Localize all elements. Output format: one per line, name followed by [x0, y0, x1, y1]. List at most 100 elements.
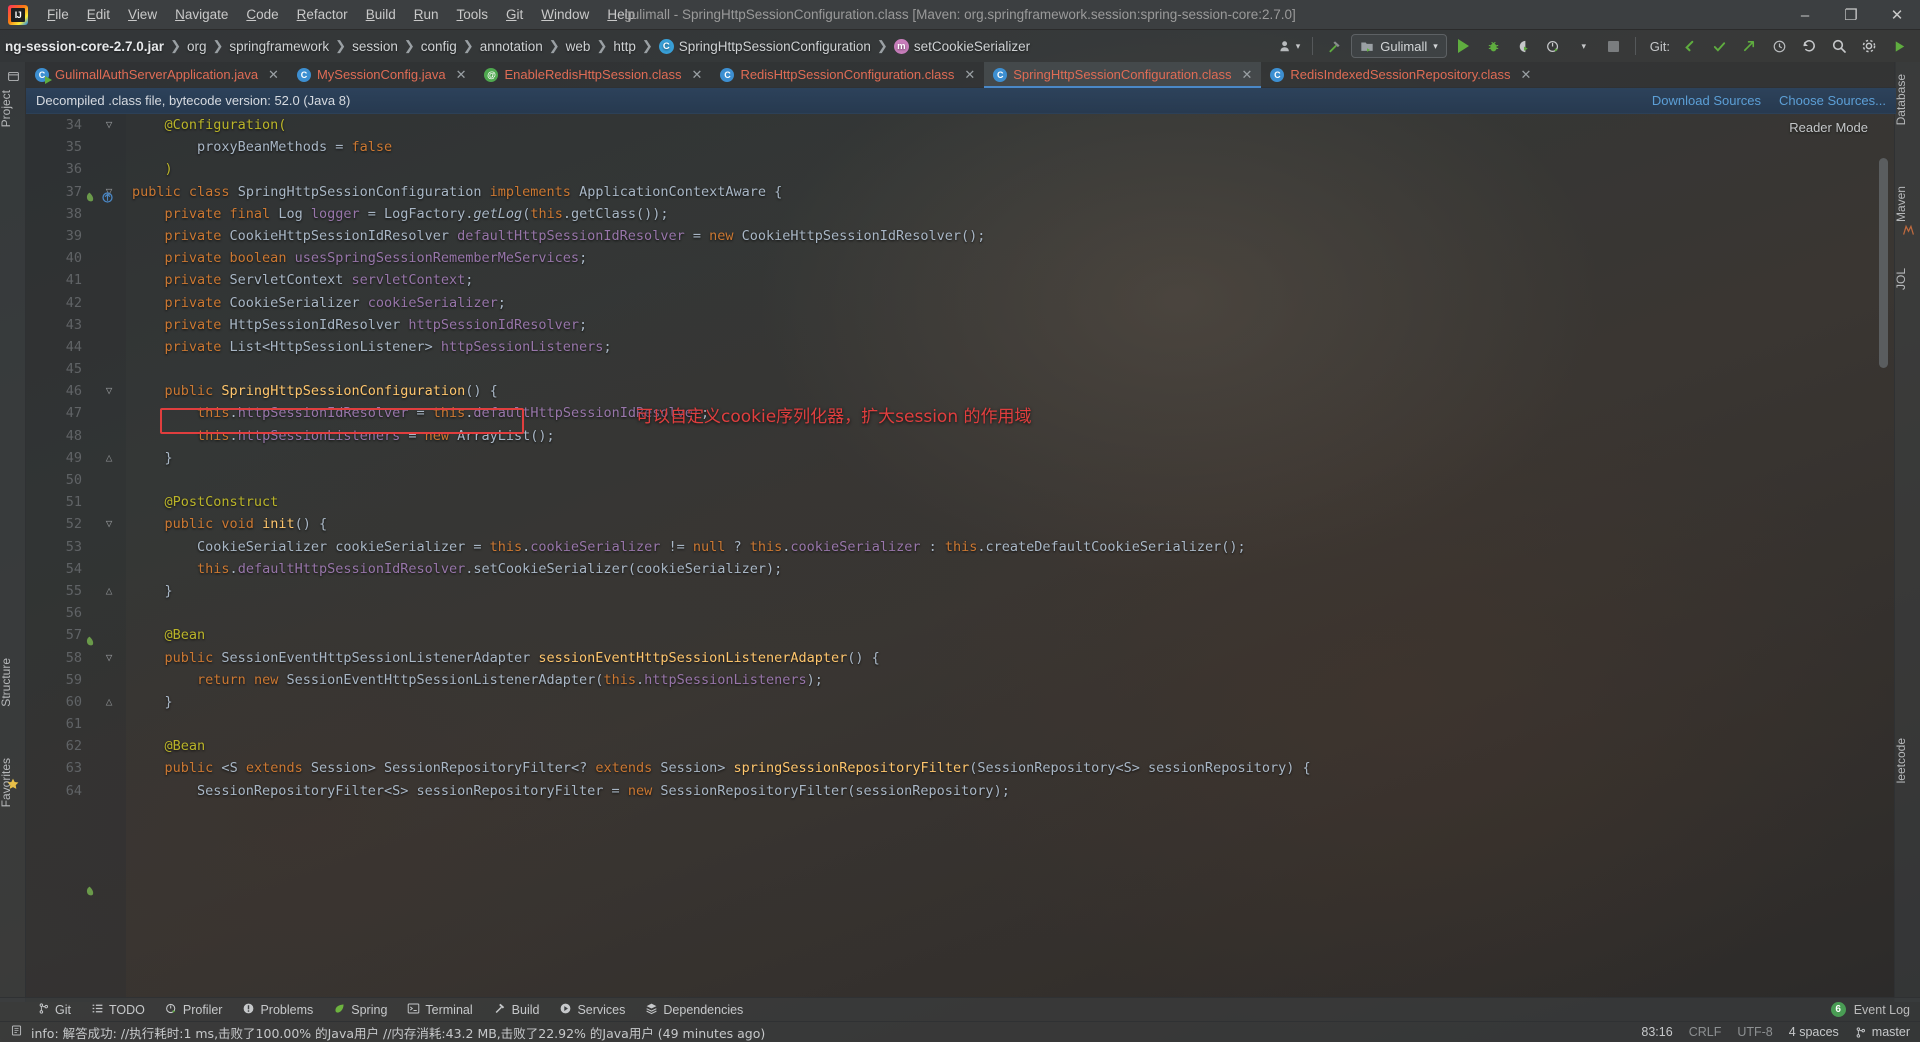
code-line[interactable]: 38 private final Log logger = LogFactory… — [26, 203, 1896, 225]
code-line[interactable]: 46 ▽ public SpringHttpSessionConfiguratio… — [26, 380, 1896, 402]
sidebar-item-jol[interactable]: JOL — [1894, 262, 1920, 296]
indent-setting[interactable]: 4 spaces — [1789, 1025, 1839, 1039]
menu-item-code[interactable]: Code — [237, 3, 287, 26]
maximize-button[interactable]: ❐ — [1828, 0, 1874, 30]
breadcrumb-item-web[interactable]: web — [561, 37, 596, 56]
code-editor[interactable]: Reader Mode 34 ▽ @Configuration(35 proxyB… — [26, 114, 1896, 1002]
code-line[interactable]: 36 ) — [26, 158, 1896, 180]
code-line[interactable]: 34 ▽ @Configuration( — [26, 114, 1896, 136]
close-tab-icon[interactable]: ✕ — [964, 67, 975, 83]
run-configuration-selector[interactable]: Gulimall ▾ — [1351, 34, 1447, 58]
code-line[interactable]: 39 private CookieHttpSessionIdResolver d… — [26, 225, 1896, 247]
close-tab-icon[interactable]: ✕ — [1241, 67, 1252, 83]
git-update-icon[interactable] — [1676, 34, 1702, 58]
gear-icon[interactable] — [1856, 34, 1882, 58]
menu-item-git[interactable]: Git — [497, 3, 532, 26]
event-log-button[interactable]: Event Log — [1854, 1003, 1910, 1017]
code-line[interactable]: 64 SessionRepositoryFilter<S> sessionRep… — [26, 780, 1896, 802]
code-line[interactable]: 52 ▽ public void init() { — [26, 513, 1896, 535]
breadcrumb-item-http[interactable]: http — [608, 37, 641, 56]
menu-item-tools[interactable]: Tools — [448, 3, 498, 26]
editor-tab-redisindexedsessionrepository-class[interactable]: C RedisIndexedSessionRepository.class ✕ — [1261, 62, 1540, 87]
code-content[interactable]: 34 ▽ @Configuration(35 proxyBeanMethods =… — [26, 114, 1896, 1002]
editor-tab-redishttpsessionconfiguration-class[interactable]: C RedisHttpSessionConfiguration.class ✕ — [711, 62, 984, 87]
menu-item-window[interactable]: Window — [532, 3, 598, 26]
bottom-tab-services[interactable]: Services — [551, 1000, 633, 1020]
menu-item-view[interactable]: View — [119, 3, 166, 26]
sidebar-item-structure[interactable]: Structure — [0, 652, 25, 713]
menu-item-refactor[interactable]: Refactor — [288, 3, 357, 26]
code-line[interactable]: 55 △ } — [26, 580, 1896, 602]
editor-scrollbar-thumb[interactable] — [1879, 158, 1888, 368]
undo-arrow-icon[interactable] — [1796, 34, 1822, 58]
git-branch-widget[interactable]: master — [1855, 1025, 1910, 1039]
code-line[interactable]: 54 this.defaultHttpSessionIdResolver.set… — [26, 558, 1896, 580]
code-line[interactable]: 53 CookieSerializer cookieSerializer = t… — [26, 536, 1896, 558]
reader-mode-label[interactable]: Reader Mode — [1789, 120, 1868, 135]
code-line[interactable]: 61 — [26, 713, 1896, 735]
code-line[interactable]: 50 — [26, 469, 1896, 491]
menu-item-edit[interactable]: Edit — [78, 3, 119, 26]
breadcrumb-item-setcookieserializer[interactable]: m setCookieSerializer — [889, 37, 1035, 56]
download-sources-link[interactable]: Download Sources — [1652, 93, 1761, 108]
menu-item-run[interactable]: Run — [405, 3, 448, 26]
bottom-tab-git[interactable]: Git — [30, 1000, 79, 1020]
code-line[interactable]: 42 private CookieSerializer cookieSerial… — [26, 292, 1896, 314]
bottom-tab-profiler[interactable]: Profiler — [157, 1000, 231, 1020]
stop-square-icon[interactable] — [1601, 34, 1627, 58]
git-commit-check-icon[interactable] — [1706, 34, 1732, 58]
bean-gutter-icon-3[interactable] — [82, 884, 96, 898]
code-fold-marker[interactable]: ▽ — [92, 114, 126, 136]
code-fold-marker[interactable]: ▽ — [92, 513, 126, 535]
search-magnifier-icon[interactable] — [1826, 34, 1852, 58]
editor-tab-enableredishttpsession-class[interactable]: @ EnableRedisHttpSession.class ✕ — [475, 62, 711, 87]
breadcrumb-item-ng-session-core-2-7-0-jar[interactable]: ng-session-core-2.7.0.jar — [0, 37, 169, 56]
code-line[interactable]: 44 private List<HttpSessionListener> htt… — [26, 336, 1896, 358]
menu-item-build[interactable]: Build — [357, 3, 405, 26]
menu-item-help[interactable]: Help — [598, 3, 644, 26]
code-line[interactable]: 37 ▽ public class SpringHttpSessionConfigu… — [26, 181, 1896, 203]
code-fold-marker[interactable]: ▽ — [92, 647, 126, 669]
close-tab-icon[interactable]: ✕ — [692, 67, 703, 83]
code-line[interactable]: 58 ▽ public SessionEventHttpSessionListen… — [26, 647, 1896, 669]
code-line[interactable]: 43 private HttpSessionIdResolver httpSes… — [26, 314, 1896, 336]
bottom-tab-dependencies[interactable]: Dependencies — [637, 1000, 751, 1020]
implemented-method-gutter-icon[interactable] — [100, 190, 114, 204]
code-line[interactable]: 45 — [26, 358, 1896, 380]
code-line[interactable]: 56 — [26, 602, 1896, 624]
menu-item-navigate[interactable]: Navigate — [166, 3, 237, 26]
bottom-tab-problems[interactable]: Problems — [234, 1000, 321, 1020]
profiler-chevron-down-icon[interactable]: ▾ — [1571, 34, 1597, 58]
breadcrumb-item-config[interactable]: config — [416, 37, 462, 56]
sidebar-item-project[interactable]: Project — [0, 84, 25, 133]
close-tab-icon[interactable]: ✕ — [268, 67, 279, 83]
code-line[interactable]: 63 public <S extends Session> SessionRep… — [26, 757, 1896, 779]
close-button[interactable]: ✕ — [1874, 0, 1920, 30]
bottom-tab-terminal[interactable]: Terminal — [399, 1000, 480, 1020]
bottom-tab-todo[interactable]: TODO — [83, 1000, 153, 1020]
breadcrumb-item-springframework[interactable]: springframework — [224, 37, 334, 56]
close-tab-icon[interactable]: ✕ — [1521, 67, 1532, 83]
code-line[interactable]: 41 private ServletContext servletContext… — [26, 269, 1896, 291]
code-line[interactable]: 62 @Bean — [26, 735, 1896, 757]
breadcrumb-item-org[interactable]: org — [182, 37, 212, 56]
editor-tab-springhttpsessionconfiguration-class[interactable]: C SpringHttpSessionConfiguration.class ✕ — [984, 62, 1262, 88]
line-separator[interactable]: CRLF — [1689, 1025, 1722, 1039]
editor-tab-gulimallauthserverapplication-java[interactable]: C GulimallAuthServerApplication.java ✕ — [26, 62, 288, 87]
code-line[interactable]: 40 private boolean usesSpringSessionReme… — [26, 247, 1896, 269]
bottom-tab-build[interactable]: Build — [485, 999, 548, 1020]
choose-sources-link[interactable]: Choose Sources... — [1779, 93, 1886, 108]
file-encoding[interactable]: UTF-8 — [1737, 1025, 1772, 1039]
sidebar-item-leetcode[interactable]: leetcode — [1894, 732, 1920, 789]
code-fold-marker[interactable]: ▽ — [92, 380, 126, 402]
breadcrumb-item-springhttpsessionconfiguration[interactable]: C SpringHttpSessionConfiguration — [654, 37, 876, 56]
close-tab-icon[interactable]: ✕ — [456, 67, 467, 83]
code-line[interactable]: 35 proxyBeanMethods = false — [26, 136, 1896, 158]
history-clock-icon[interactable] — [1766, 34, 1792, 58]
git-push-icon[interactable] — [1736, 34, 1762, 58]
code-fold-marker[interactable]: △ — [92, 580, 126, 602]
code-line[interactable]: 60 △ } — [26, 691, 1896, 713]
breadcrumb-item-annotation[interactable]: annotation — [475, 37, 548, 56]
bottom-tab-spring[interactable]: Spring — [325, 1000, 395, 1020]
code-line[interactable]: 48 this.httpSessionListeners = new Array… — [26, 425, 1896, 447]
